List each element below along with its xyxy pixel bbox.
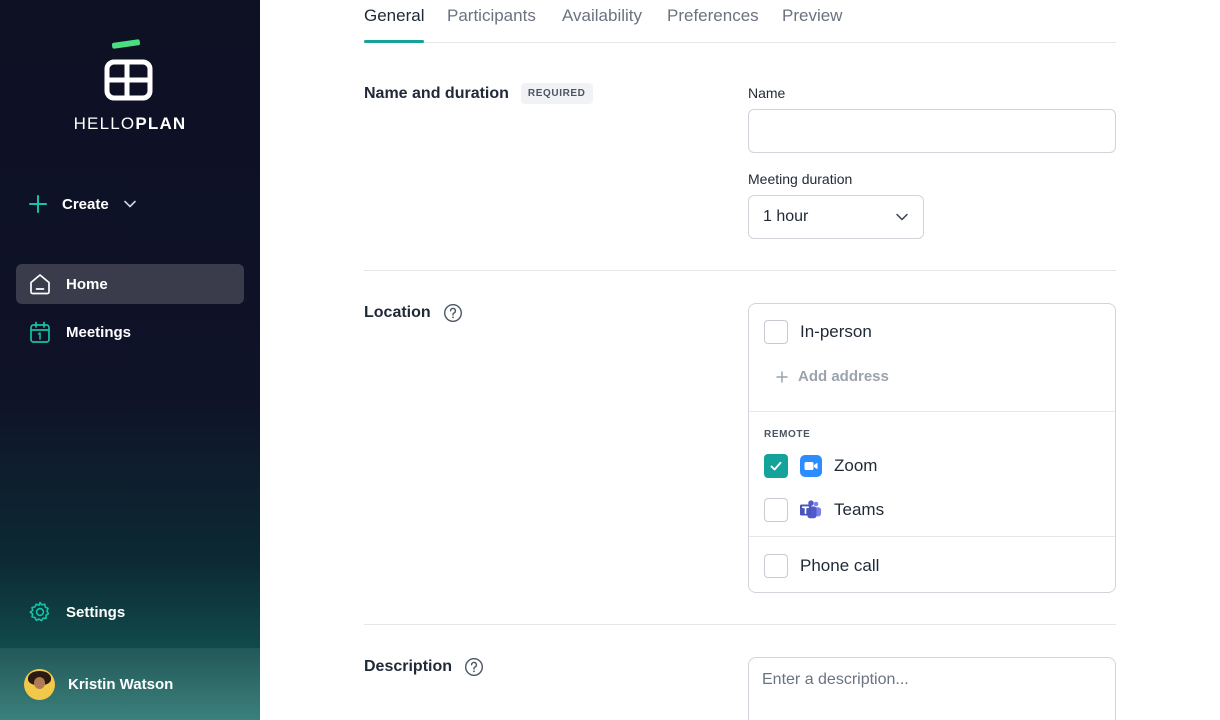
gear-icon <box>29 601 50 622</box>
zoom-checkbox[interactable] <box>764 454 788 478</box>
checkmark-icon <box>770 461 782 471</box>
tab-availability[interactable]: Availability <box>562 6 642 43</box>
plus-icon <box>29 195 47 213</box>
description-section-title: Description <box>364 657 484 677</box>
help-icon[interactable] <box>464 657 484 677</box>
section-title-text: Location <box>364 304 431 321</box>
teams-icon <box>800 500 822 519</box>
sidebar-item-meetings[interactable]: Meetings <box>16 312 244 352</box>
meeting-duration-select[interactable]: 1 hour <box>748 195 924 239</box>
sidebar-item-label: Home <box>66 275 108 293</box>
add-address-button[interactable]: Add address <box>776 368 889 385</box>
zoom-label: Zoom <box>834 456 878 475</box>
help-icon[interactable] <box>443 303 463 323</box>
sidebar-item-settings[interactable]: Settings <box>16 592 244 632</box>
teams-label: Teams <box>834 500 885 519</box>
required-badge: REQUIRED <box>520 83 593 104</box>
sidebar-item-label: Meetings <box>66 323 132 341</box>
section-title-text: Name and duration <box>364 84 509 102</box>
description-textarea[interactable] <box>748 657 1116 720</box>
sidebar-item-label: Settings <box>66 603 126 621</box>
create-button[interactable]: Create <box>28 192 137 216</box>
remote-group-label: REMOTE <box>764 429 811 440</box>
section-title-text: Description <box>364 658 453 675</box>
section-divider <box>364 624 1116 625</box>
location-divider <box>749 536 1115 537</box>
meeting-duration-value: 1 hour <box>763 208 809 225</box>
location-divider <box>749 411 1115 412</box>
logo-wordmark: HELLOPLAN <box>0 114 260 134</box>
location-section-title: Location <box>364 303 463 323</box>
main-content: General Participants Availability Prefer… <box>364 0 1116 720</box>
name-duration-section-title: Name and duration REQUIRED <box>364 83 593 104</box>
chevron-down-icon <box>123 200 136 208</box>
phone-call-checkbox[interactable] <box>764 554 788 578</box>
in-person-option[interactable]: In-person <box>764 320 872 344</box>
user-name: Kristin Watson <box>68 675 174 693</box>
tab-participants[interactable]: Participants <box>447 6 536 43</box>
chevron-down-icon <box>896 213 908 221</box>
sidebar: HELLOPLAN Create Home Meetings Settings … <box>0 0 260 720</box>
home-icon <box>30 274 50 295</box>
zoom-icon <box>800 455 822 477</box>
phone-call-option[interactable]: Phone call <box>764 554 879 578</box>
add-address-label: Add address <box>798 368 889 385</box>
sidebar-item-home[interactable]: Home <box>16 264 244 304</box>
zoom-option[interactable]: Zoom <box>764 454 877 478</box>
location-options: In-person Add address REMOTE Zoom Teams … <box>748 303 1116 593</box>
in-person-checkbox[interactable] <box>764 320 788 344</box>
meeting-duration-label: Meeting duration <box>748 171 853 187</box>
teams-checkbox[interactable] <box>764 498 788 522</box>
section-divider <box>364 270 1116 271</box>
calendar-icon <box>30 321 50 343</box>
avatar <box>24 668 55 700</box>
teams-option[interactable]: Teams <box>764 498 884 522</box>
user-profile[interactable]: Kristin Watson <box>0 648 260 720</box>
logo[interactable]: HELLOPLAN <box>0 38 260 134</box>
tab-preview[interactable]: Preview <box>782 6 842 43</box>
logo-text-bold: PLAN <box>135 114 187 133</box>
logo-text-light: HELLO <box>73 114 136 133</box>
create-label: Create <box>62 195 109 213</box>
tab-preferences[interactable]: Preferences <box>667 6 759 43</box>
tab-general[interactable]: General <box>364 6 425 43</box>
plus-icon <box>776 370 788 383</box>
in-person-label: In-person <box>800 322 872 341</box>
phone-call-label: Phone call <box>800 556 880 575</box>
tab-bar: General Participants Availability Prefer… <box>364 0 1116 43</box>
name-label: Name <box>748 85 786 101</box>
name-input[interactable] <box>748 109 1116 153</box>
helloplan-logo-icon <box>104 39 153 101</box>
